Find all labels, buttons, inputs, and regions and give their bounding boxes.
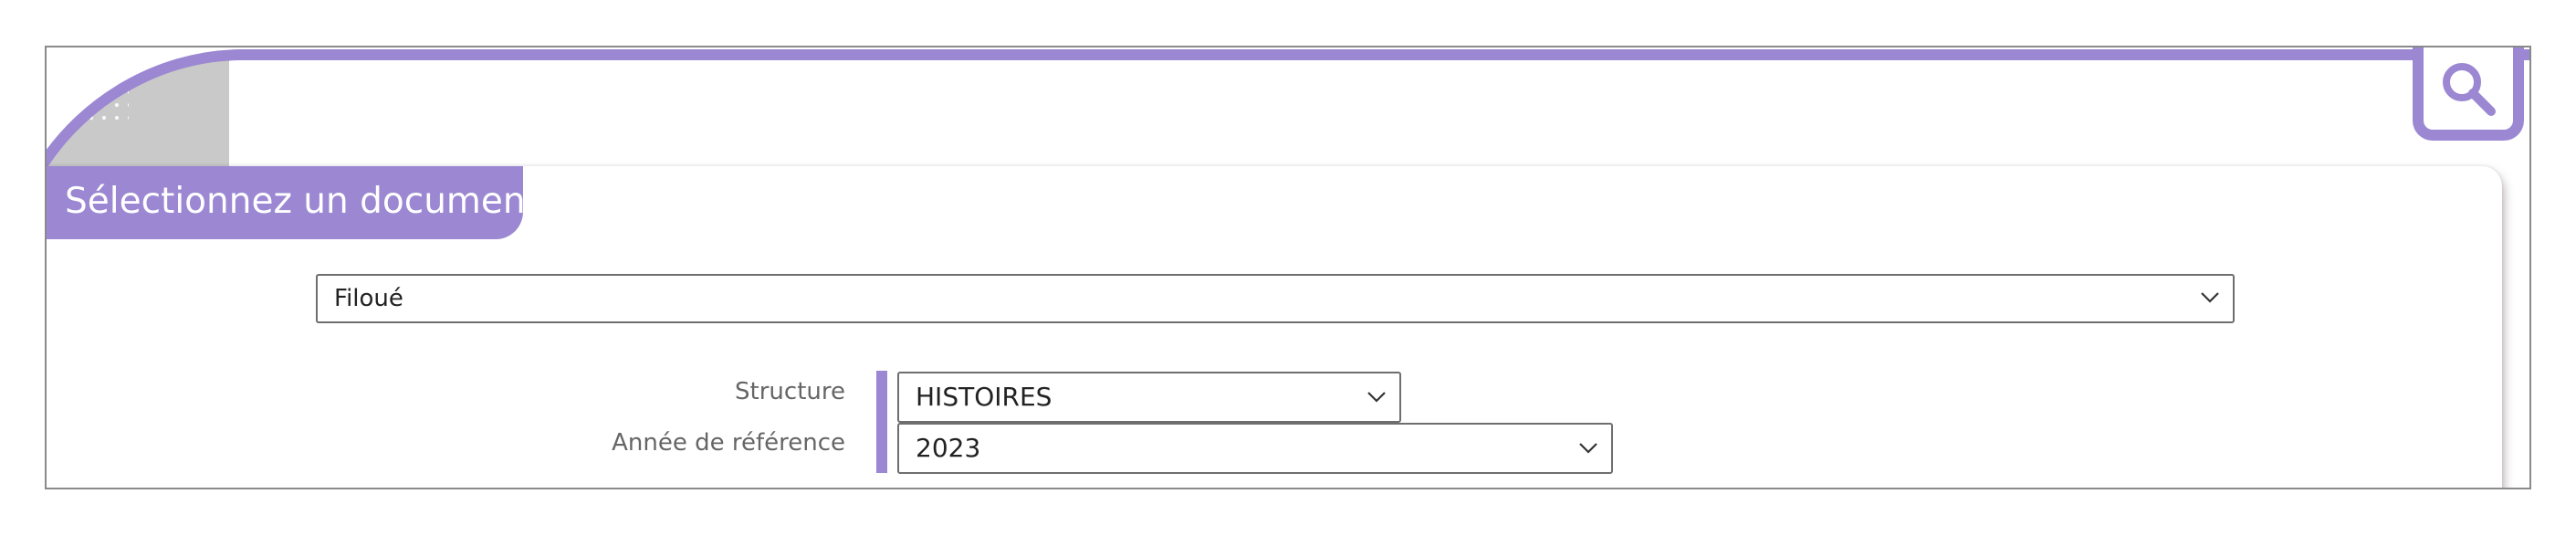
structure-select-value: HISTOIRES xyxy=(916,382,1052,412)
app-frame: Sélectionnez un document Filoué Structur… xyxy=(45,46,2531,489)
annee-select-value: 2023 xyxy=(916,433,981,463)
card-title: Sélectionnez un document xyxy=(47,166,539,239)
search-button[interactable] xyxy=(2413,47,2524,141)
search-icon xyxy=(2443,63,2496,116)
annee-label: Année de référence xyxy=(612,429,845,457)
structure-select[interactable]: HISTOIRES xyxy=(897,372,1401,423)
annee-select[interactable]: 2023 xyxy=(897,423,1613,474)
chevron-down-icon xyxy=(1367,392,1386,403)
document-select[interactable]: Filoué xyxy=(316,274,2235,323)
chevron-down-icon xyxy=(2201,292,2219,303)
form-accent-bar xyxy=(876,371,887,473)
document-select-value: Filoué xyxy=(334,285,403,312)
chevron-down-icon xyxy=(1579,443,1597,454)
structure-label: Structure xyxy=(735,378,845,405)
